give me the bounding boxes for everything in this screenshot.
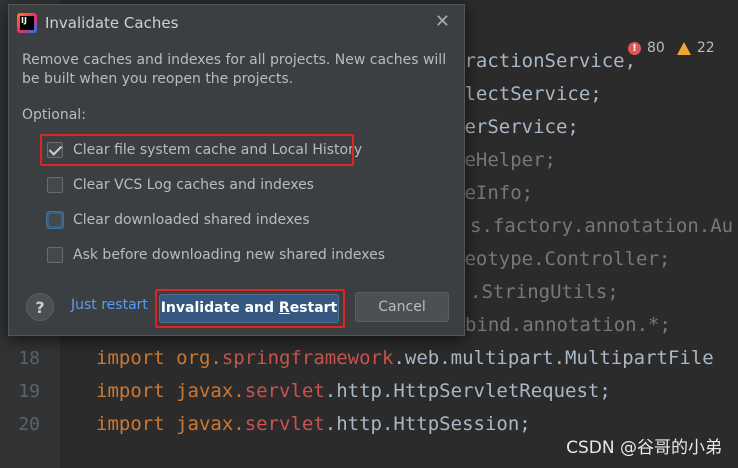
option-clear-vcs-log-caches[interactable]: Clear VCS Log caches and indexes (47, 173, 314, 197)
code-text: .http.HttpServletRequest; (324, 380, 611, 402)
invalidate-caches-dialog: IJ Invalidate Caches ✕ Remove caches and… (8, 4, 465, 336)
checkbox[interactable] (47, 212, 63, 228)
error-icon: ! (628, 41, 641, 55)
checkbox[interactable] (47, 247, 63, 263)
option-label: Clear VCS Log caches and indexes (73, 177, 314, 193)
code-line: derService; (453, 116, 579, 138)
code-text: import javax. (96, 413, 245, 435)
code-text: import org. (96, 347, 222, 369)
line-number: 19 (18, 381, 40, 402)
annotation-highlight-box (40, 134, 354, 166)
dialog-title: Invalidate Caches (45, 14, 179, 32)
close-icon[interactable]: ✕ (435, 11, 450, 32)
code-line: import javax.servlet.http.HttpSession; (96, 408, 531, 441)
option-ask-before-downloading[interactable]: Ask before downloading new shared indexe… (47, 243, 385, 267)
inspection-widget[interactable]: ! 80 22 (628, 40, 715, 56)
button-label: estart (289, 300, 338, 316)
code-line: import org.springframework.web.multipart… (96, 342, 714, 375)
code-line: llectService; (453, 83, 602, 105)
button-label: Invalidate and (160, 300, 279, 316)
warning-icon (676, 41, 691, 55)
help-button[interactable]: ? (26, 293, 54, 321)
dialog-description: Remove caches and indexes for all projec… (22, 52, 447, 87)
cancel-button[interactable]: Cancel (355, 292, 449, 322)
code-line: geHelper; (453, 149, 556, 171)
code-line: bind.annotation.*; (465, 314, 671, 336)
dialog-titlebar: IJ Invalidate Caches ✕ (9, 5, 464, 39)
code-text: .web.multipart.MultipartFile (393, 347, 714, 369)
warning-count: 22 (696, 40, 715, 56)
code-line: reotype.Controller; (453, 248, 671, 270)
optional-label: Optional: (22, 107, 86, 123)
line-number: 18 (18, 348, 40, 369)
invalidate-and-restart-button[interactable]: Invalidate and Restart (159, 294, 339, 323)
option-clear-downloaded-shared-indexes[interactable]: Clear downloaded shared indexes (47, 208, 310, 232)
code-line: tractionService, (453, 50, 637, 72)
code-highlight: servlet (244, 380, 325, 402)
code-text: .http.HttpSession; (324, 413, 531, 435)
intellij-icon: IJ (17, 13, 37, 33)
code-line: .StringUtils; (470, 281, 619, 303)
checkbox[interactable] (47, 177, 63, 193)
code-highlight: springframework (221, 347, 394, 369)
code-line: import javax.servlet.http.HttpServletReq… (96, 375, 611, 408)
option-label: Ask before downloading new shared indexe… (73, 247, 386, 263)
code-line: geInfo; (453, 182, 534, 204)
button-mnemonic: R (278, 300, 290, 316)
option-label: Clear downloaded shared indexes (73, 212, 310, 228)
code-text: import javax. (96, 380, 245, 402)
just-restart-link[interactable]: Just restart (71, 297, 148, 313)
line-number: 20 (18, 414, 40, 435)
code-line: s.factory.annotation.Au (470, 215, 734, 237)
code-highlight: servlet (244, 413, 325, 435)
watermark: CSDN @谷哥的小弟 (566, 438, 722, 458)
error-count: 80 (647, 40, 665, 56)
